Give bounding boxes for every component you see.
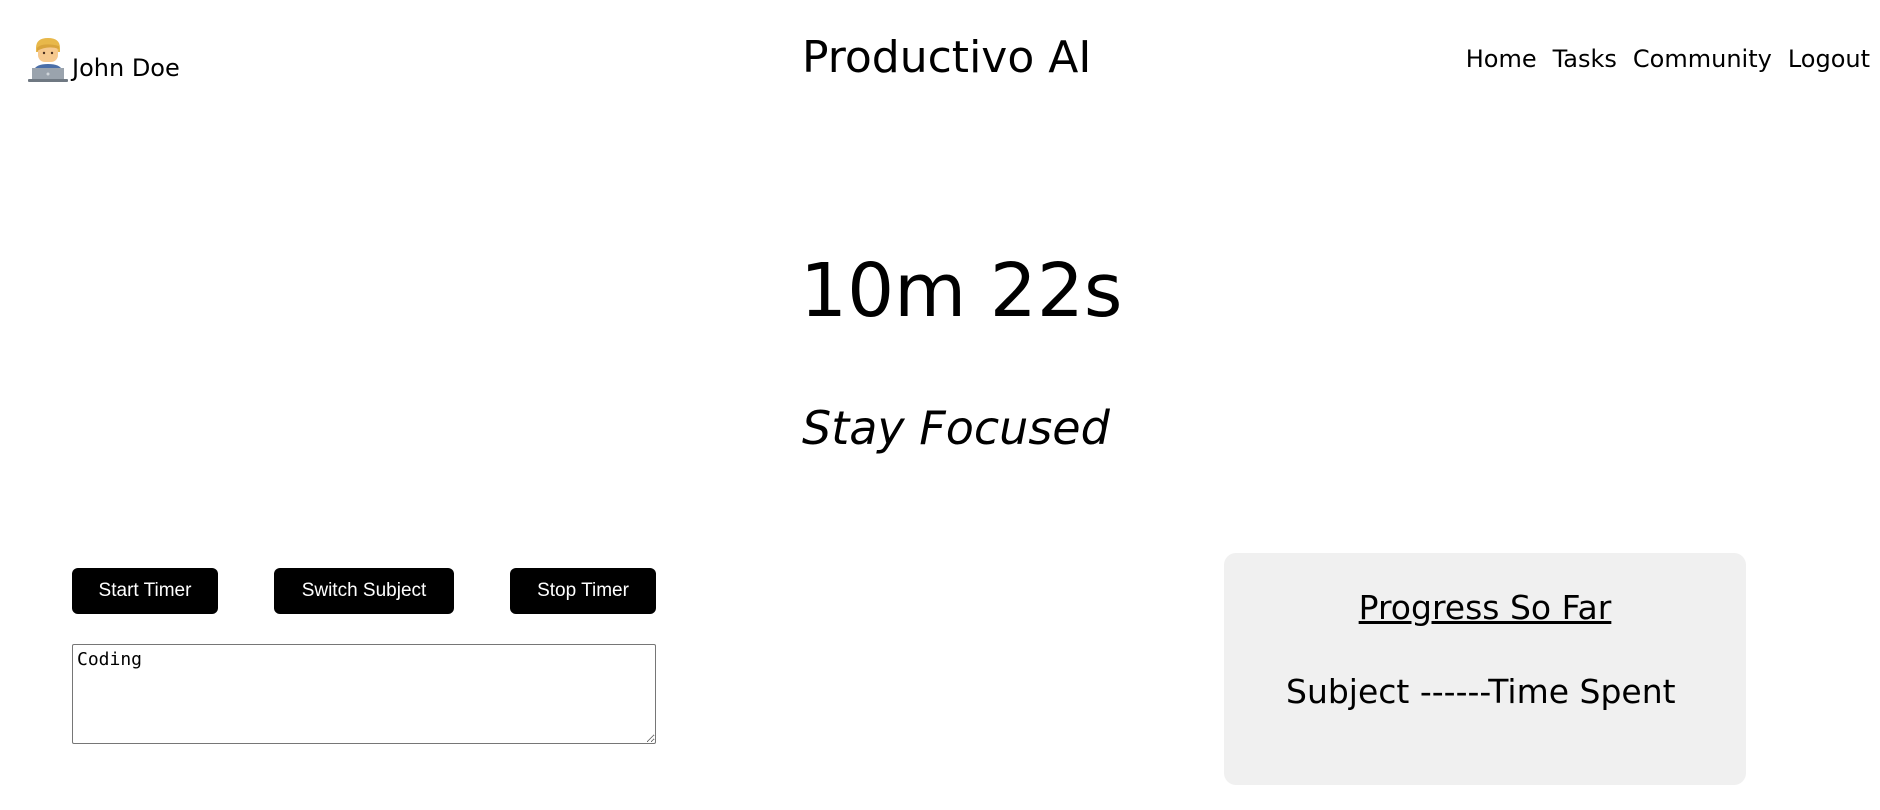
- page: John Doe Productivo AI Home Tasks Commun…: [0, 0, 1880, 810]
- progress-title: Progress So Far: [1358, 588, 1612, 627]
- progress-table-header: Subject ------Time Spent: [1286, 672, 1676, 711]
- main-nav: Home Tasks Community Logout: [1466, 44, 1870, 74]
- user-name: John Doe: [72, 54, 180, 82]
- progress-panel: Progress So Far Subject ------Time Spent: [1224, 553, 1746, 785]
- subject-input[interactable]: Coding: [72, 644, 656, 744]
- technologist-icon: [28, 38, 68, 82]
- user-profile[interactable]: John Doe: [28, 34, 180, 82]
- timer-display: 10m 22s: [800, 248, 1123, 334]
- stop-timer-button[interactable]: Stop Timer: [510, 568, 656, 614]
- nav-community-link[interactable]: Community: [1633, 44, 1772, 74]
- app-title: Productivo AI: [802, 32, 1092, 83]
- switch-subject-button[interactable]: Switch Subject: [274, 568, 454, 614]
- start-timer-button[interactable]: Start Timer: [72, 568, 218, 614]
- motivation-text: Stay Focused: [802, 401, 1110, 455]
- nav-tasks-link[interactable]: Tasks: [1553, 44, 1617, 74]
- nav-home-link[interactable]: Home: [1466, 44, 1537, 74]
- nav-logout-link[interactable]: Logout: [1788, 44, 1870, 74]
